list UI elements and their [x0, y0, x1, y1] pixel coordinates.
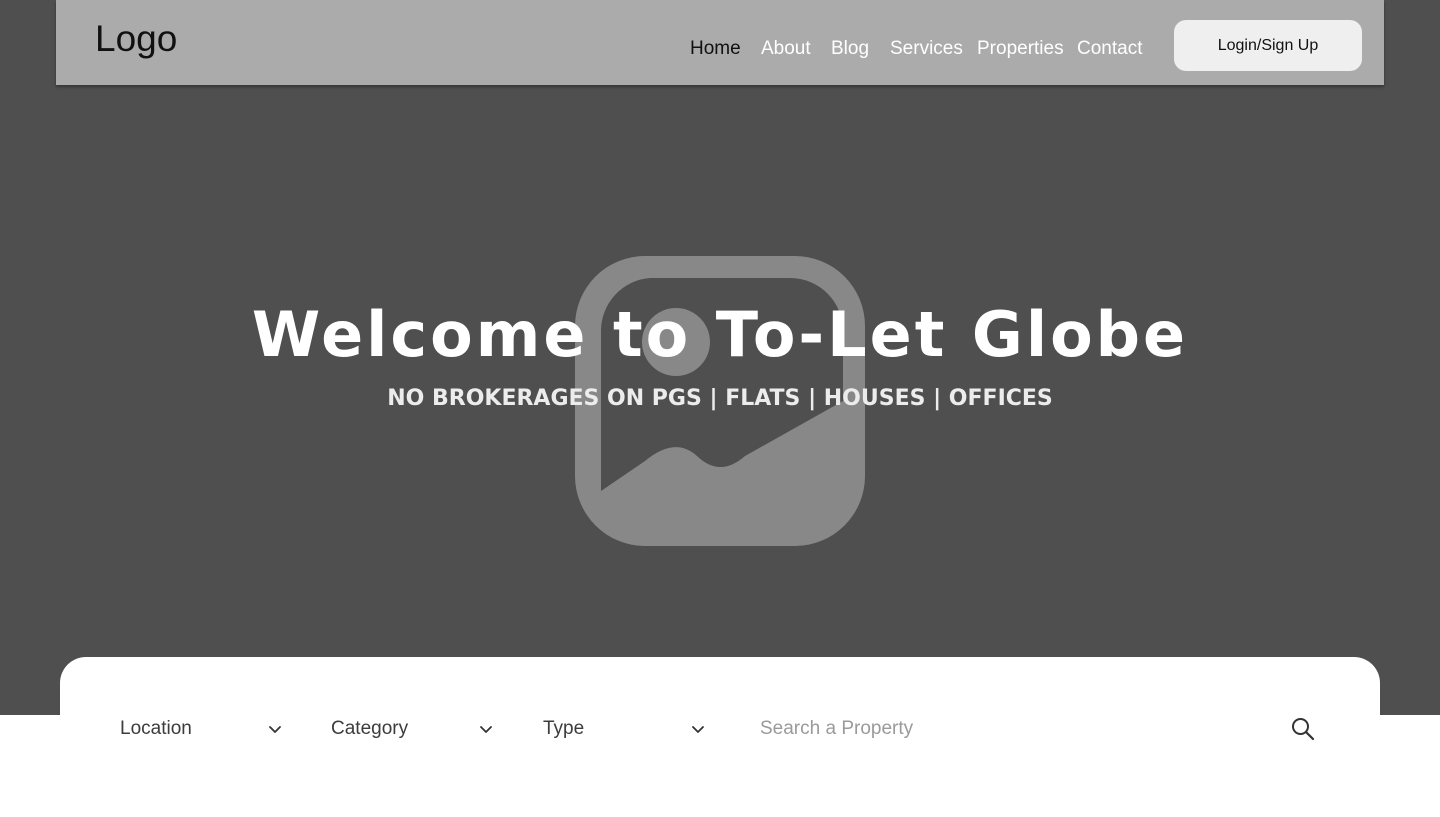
nav-link-contact[interactable]: Contact	[1077, 37, 1142, 61]
nav-link-about[interactable]: About	[761, 37, 811, 61]
nav-link-home[interactable]: Home	[690, 37, 741, 61]
chevron-down-icon	[480, 725, 492, 733]
navbar: Logo Home About Blog Services Properties…	[56, 0, 1384, 85]
chevron-down-icon	[269, 725, 281, 733]
location-select[interactable]: Location	[120, 714, 282, 744]
category-select-label: Category	[331, 718, 409, 739]
nav-link-services[interactable]: Services	[890, 37, 963, 61]
type-select-label: Type	[543, 718, 585, 739]
location-select-label: Location	[120, 718, 192, 739]
hero-title: Welcome to To-Let Globe	[251, 298, 1189, 371]
login-signup-button[interactable]: Login/Sign Up	[1174, 20, 1362, 71]
search-card: Location Category Type	[60, 657, 1380, 817]
search-icon[interactable]	[1290, 716, 1316, 742]
category-select[interactable]: Category	[331, 714, 493, 744]
logo[interactable]: Logo	[95, 17, 177, 61]
type-select[interactable]: Type	[543, 714, 705, 744]
chevron-down-icon	[692, 725, 704, 733]
nav-link-blog[interactable]: Blog	[831, 37, 869, 61]
search-input[interactable]	[760, 714, 1260, 744]
hero-subtitle: NO BROKERAGES ON PGS | FLATS | HOUSES | …	[387, 386, 1053, 411]
hero-section: Logo Home About Blog Services Properties…	[0, 0, 1440, 715]
nav-link-properties[interactable]: Properties	[977, 37, 1064, 61]
